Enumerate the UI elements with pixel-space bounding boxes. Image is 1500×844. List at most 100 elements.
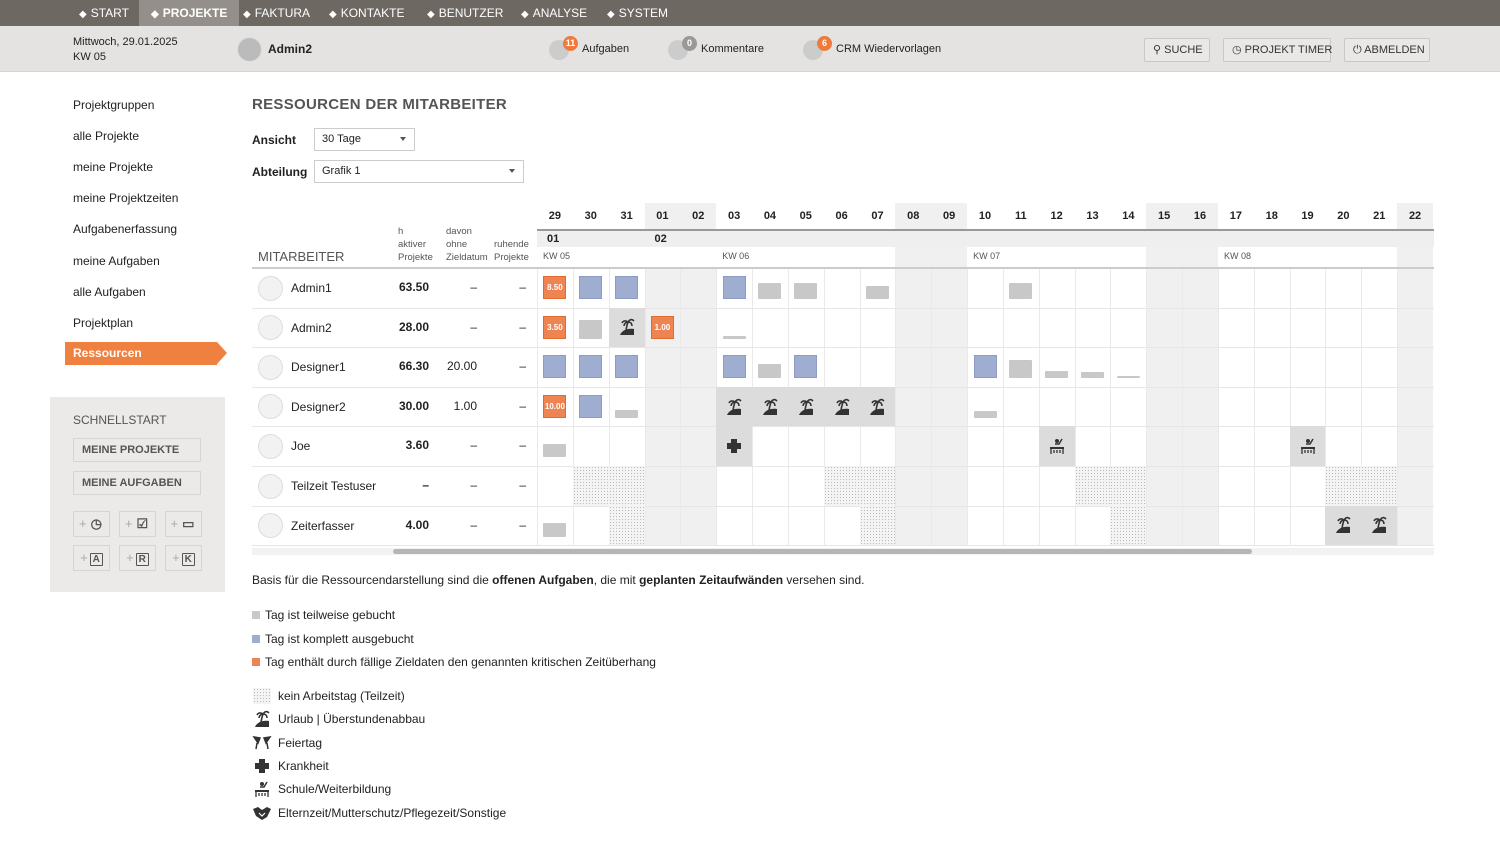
full-booking[interactable] xyxy=(722,276,746,299)
employee-name[interactable]: Joe xyxy=(291,439,310,453)
h-active-value: 66.30 xyxy=(398,359,429,374)
add-project-button[interactable]: + ▭ xyxy=(165,511,202,537)
tasks-link[interactable]: Aufgaben xyxy=(582,43,629,55)
comments-link[interactable]: Kommentare xyxy=(701,43,764,55)
partial-booking[interactable] xyxy=(615,409,639,418)
partial-booking[interactable] xyxy=(543,443,567,458)
add-r-button[interactable]: + R xyxy=(119,545,156,571)
user-name[interactable]: Admin2 xyxy=(268,42,312,56)
partial-booking[interactable] xyxy=(758,364,782,379)
avatar[interactable] xyxy=(237,37,262,62)
full-booking[interactable] xyxy=(722,355,746,379)
partial-booking[interactable] xyxy=(758,282,782,299)
my-projects-button[interactable]: MEINE PROJEKTE xyxy=(73,438,201,462)
full-booking[interactable] xyxy=(615,355,639,379)
crm-link[interactable]: CRM Wiedervorlagen xyxy=(836,43,941,55)
add-task-button[interactable]: + ☑ xyxy=(119,511,156,537)
nav-benutzer[interactable]: ◆ BENUTZER xyxy=(415,0,515,26)
full-booking[interactable] xyxy=(579,355,603,379)
sidebar-item-meine-projekte[interactable]: meine Projekte xyxy=(73,160,153,174)
partial-booking[interactable] xyxy=(579,320,603,339)
full-booking[interactable] xyxy=(615,276,639,299)
partial-booking[interactable] xyxy=(1116,376,1140,379)
scrollbar-thumb[interactable] xyxy=(393,549,1252,554)
absence-cell[interactable] xyxy=(1289,426,1326,466)
partial-booking[interactable] xyxy=(543,522,567,537)
absence-cell[interactable] xyxy=(787,386,824,427)
sidebar-item-aufgabenerfassung[interactable]: Aufgabenerfassung xyxy=(73,222,177,236)
full-booking[interactable] xyxy=(579,276,603,299)
absence-cell[interactable] xyxy=(1038,426,1075,466)
employee-row[interactable]: Admin2 xyxy=(258,308,332,348)
employee-row[interactable]: Admin1 xyxy=(258,268,332,308)
employee-name[interactable]: Teilzeit Testuser xyxy=(291,479,376,493)
full-booking[interactable] xyxy=(973,355,997,379)
without-deadline-value: – xyxy=(470,438,477,453)
absence-cell[interactable] xyxy=(823,386,860,427)
partial-booking[interactable] xyxy=(794,282,818,299)
nav-projekte[interactable]: ◆ PROJEKTE xyxy=(139,0,240,26)
absence-cell[interactable] xyxy=(859,386,896,427)
full-booking[interactable] xyxy=(579,394,603,418)
partial-booking[interactable] xyxy=(1009,359,1033,379)
partial-booking[interactable] xyxy=(1009,282,1033,299)
absence-cell[interactable] xyxy=(716,426,753,466)
logout-button[interactable]: ⏻ ABMELDEN xyxy=(1344,38,1430,62)
employee-row[interactable]: Designer1 xyxy=(258,347,346,387)
sidebar-item-ressourcen[interactable]: Ressourcen xyxy=(65,342,227,365)
paused-value: – xyxy=(519,280,526,294)
absence-cell[interactable] xyxy=(608,307,645,348)
add-a-button[interactable]: + A xyxy=(73,545,110,571)
partial-booking[interactable] xyxy=(1081,372,1105,379)
avatar xyxy=(258,394,283,420)
employee-name[interactable]: Zeiterfasser xyxy=(291,519,354,533)
department-select[interactable]: Grafik 1 xyxy=(314,160,524,183)
view-select[interactable]: 30 Tage xyxy=(314,128,415,151)
sidebar-item-alle-aufgaben[interactable]: alle Aufgaben xyxy=(73,285,146,299)
partial-booking[interactable] xyxy=(722,336,746,339)
sidebar-item-meine-projektzeiten[interactable]: meine Projektzeiten xyxy=(73,191,178,205)
h-active-value: 63.50 xyxy=(398,280,429,294)
employee-name[interactable]: Admin1 xyxy=(291,281,332,295)
sidebar-item-projektplan[interactable]: Projektplan xyxy=(73,316,133,330)
add-k-button[interactable]: + K xyxy=(165,545,202,571)
project-timer-button[interactable]: ◷ PROJEKT TIMER xyxy=(1223,38,1332,62)
my-tasks-button[interactable]: MEINE AUFGABEN xyxy=(73,471,201,495)
nav-start[interactable]: ◆ START xyxy=(67,0,141,26)
employee-name[interactable]: Admin2 xyxy=(291,321,332,335)
week-label: KW 06 xyxy=(722,251,750,261)
add-time-button[interactable]: + ◷ xyxy=(73,511,110,537)
nav-system[interactable]: ◆ SYSTEM xyxy=(595,0,680,26)
overdue-booking[interactable]: 10.00 xyxy=(543,394,567,418)
sidebar-item-alle-projekte[interactable]: alle Projekte xyxy=(73,129,139,143)
search-button[interactable]: ⚲ SUCHE xyxy=(1144,38,1210,62)
sidebar-item-meine-aufgaben[interactable]: meine Aufgaben xyxy=(73,254,160,268)
legend-label: Krankheit xyxy=(278,758,329,773)
nav-analyse[interactable]: ◆ ANALYSE xyxy=(509,0,599,26)
nav-faktura[interactable]: ◆ FAKTURA xyxy=(231,0,322,26)
employee-row[interactable]: Teilzeit Testuser xyxy=(258,466,376,506)
overdue-booking[interactable]: 3.50 xyxy=(543,315,567,339)
day-header: 15 xyxy=(1158,210,1171,222)
absence-cell[interactable] xyxy=(716,386,753,427)
employee-name[interactable]: Designer1 xyxy=(291,360,346,374)
employee-row[interactable]: Designer2 xyxy=(258,387,346,427)
column-divider xyxy=(1182,268,1184,546)
absence-cell[interactable] xyxy=(1325,505,1362,546)
absence-cell[interactable] xyxy=(1361,505,1398,546)
partial-booking[interactable] xyxy=(1045,371,1069,379)
sidebar-item-projektgruppen[interactable]: Projektgruppen xyxy=(73,98,154,112)
full-booking[interactable] xyxy=(794,355,818,379)
partial-booking[interactable] xyxy=(865,286,889,299)
comments-count-badge: 0 xyxy=(682,36,697,51)
partial-booking[interactable] xyxy=(973,410,997,418)
employee-row[interactable]: Joe xyxy=(258,426,310,466)
nav-kontakte[interactable]: ◆ KONTAKTE xyxy=(317,0,417,26)
overdue-booking[interactable]: 1.00 xyxy=(650,315,674,339)
overdue-booking[interactable]: 8.50 xyxy=(543,276,567,299)
horizontal-scrollbar[interactable] xyxy=(252,548,1434,555)
employee-name[interactable]: Designer2 xyxy=(291,400,346,414)
absence-cell[interactable] xyxy=(752,386,788,427)
employee-row[interactable]: Zeiterfasser xyxy=(258,506,354,546)
full-booking[interactable] xyxy=(543,355,567,379)
